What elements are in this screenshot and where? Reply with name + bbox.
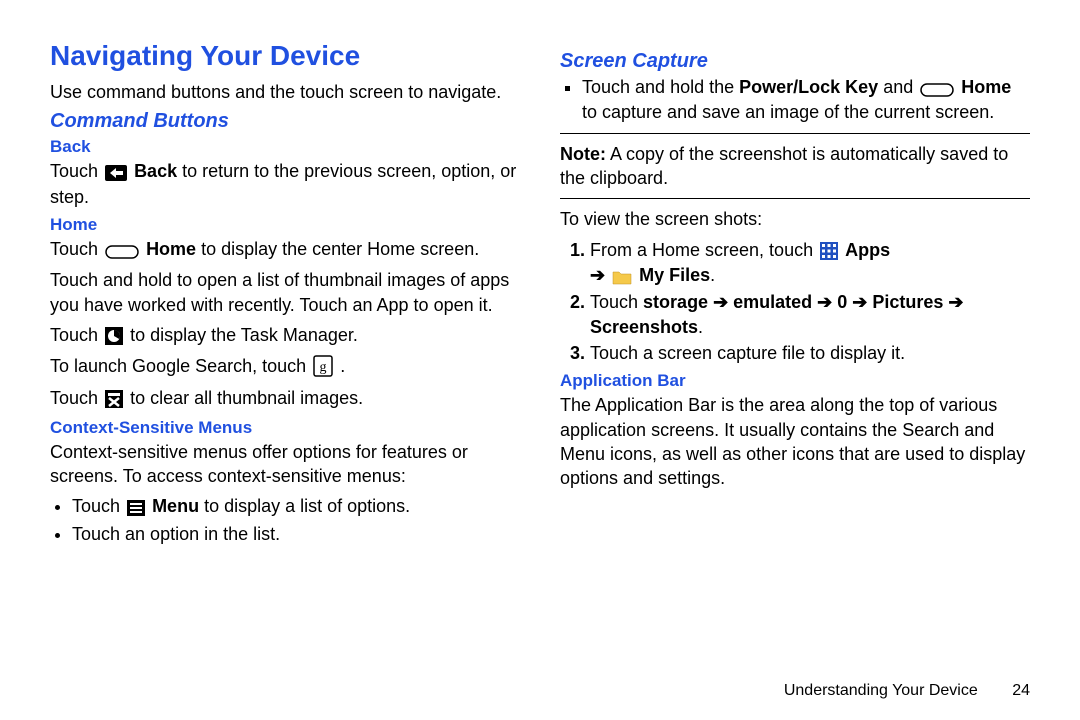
page-title: Navigating Your Device [50, 40, 520, 72]
note-text: A copy of the screenshot is automaticall… [560, 144, 1008, 188]
t: My Files [639, 265, 710, 285]
footer: Understanding Your Device 24 [784, 682, 1030, 700]
right-column: Screen Capture Touch and hold the Power/… [560, 40, 1030, 552]
command-buttons-heading: Command Buttons [50, 110, 520, 133]
t: . [340, 356, 345, 376]
folder-icon [612, 264, 632, 288]
t: Home [961, 77, 1011, 97]
screen-capture-heading: Screen Capture [560, 50, 1030, 73]
pie-icon [105, 324, 123, 348]
t: Touch [50, 161, 103, 181]
t: To launch Google Search, touch [50, 356, 311, 376]
home-capsule-icon [920, 76, 954, 100]
footer-chapter: Understanding Your Device [784, 682, 978, 699]
appbar-heading: Application Bar [560, 371, 1030, 391]
back-heading: Back [50, 137, 520, 157]
ctx-li2: Touch an option in the list. [72, 522, 520, 546]
t: to display the center Home screen. [196, 239, 479, 259]
t: Home [146, 239, 196, 259]
sc-steps: From a Home screen, touch Apps ➔ My File… [560, 238, 1030, 366]
note-label: Note: [560, 144, 606, 164]
home-p2: Touch and hold to open a list of thumbna… [50, 268, 520, 317]
t: to capture and save an image of the curr… [582, 102, 994, 122]
clear-thumbs-icon [105, 387, 123, 411]
t: Touch [590, 292, 643, 312]
note: Note: A copy of the screenshot is automa… [560, 142, 1030, 191]
intro-text: Use command buttons and the touch screen… [50, 80, 520, 104]
sc-step3: Touch a screen capture file to display i… [590, 341, 1030, 365]
menu-bars-icon [127, 495, 145, 519]
back-desc: Touch Back to return to the previous scr… [50, 159, 520, 209]
home-p1: Touch Home to display the center Home sc… [50, 237, 520, 262]
back-icon [105, 160, 127, 184]
sc-view-intro: To view the screen shots: [560, 207, 1030, 231]
t: to display a list of options. [199, 496, 410, 516]
ctx-list: Touch Menu to display a list of options.… [50, 494, 520, 546]
t: Power/Lock Key [739, 77, 878, 97]
sc-li1: Touch and hold the Power/Lock Key and Ho… [582, 75, 1030, 125]
svg-text:g: g [320, 360, 327, 375]
t: ➔ [590, 265, 610, 285]
google-icon: g [313, 355, 333, 380]
ctx-heading: Context-Sensitive Menus [50, 418, 520, 438]
t: Touch [72, 496, 125, 516]
t: Touch [50, 239, 103, 259]
t: and [878, 77, 918, 97]
footer-page: 24 [1012, 682, 1030, 699]
ctx-li1: Touch Menu to display a list of options. [72, 494, 520, 519]
home-p4: To launch Google Search, touch g . [50, 354, 520, 380]
left-column: Navigating Your Device Use command butto… [50, 40, 520, 552]
sc-step1: From a Home screen, touch Apps ➔ My File… [590, 238, 1030, 289]
t: Menu [152, 496, 199, 516]
home-heading: Home [50, 215, 520, 235]
home-p5: Touch to clear all thumbnail images. [50, 386, 520, 411]
t: Apps [845, 240, 890, 260]
home-p3: Touch to display the Task Manager. [50, 323, 520, 348]
divider-bottom [560, 198, 1030, 199]
t: . [710, 265, 715, 285]
page: Navigating Your Device Use command butto… [0, 0, 1080, 552]
ctx-desc: Context-sensitive menus offer options fo… [50, 440, 520, 489]
home-capsule-icon [105, 238, 139, 262]
t: Touch [50, 388, 103, 408]
apps-grid-icon [820, 239, 838, 263]
t: to clear all thumbnail images. [130, 388, 363, 408]
t: Touch and hold the [582, 77, 739, 97]
t: From a Home screen, touch [590, 240, 818, 260]
t: storage ➔ emulated ➔ 0 ➔ Pictures ➔ Scre… [590, 292, 963, 336]
appbar-desc: The Application Bar is the area along th… [560, 393, 1030, 490]
divider-top [560, 133, 1030, 134]
t: Back [134, 161, 177, 181]
t: to display the Task Manager. [130, 325, 358, 345]
t: . [698, 317, 703, 337]
sc-step2: Touch storage ➔ emulated ➔ 0 ➔ Pictures … [590, 290, 1030, 339]
sc-list: Touch and hold the Power/Lock Key and Ho… [560, 75, 1030, 125]
t: Touch [50, 325, 103, 345]
